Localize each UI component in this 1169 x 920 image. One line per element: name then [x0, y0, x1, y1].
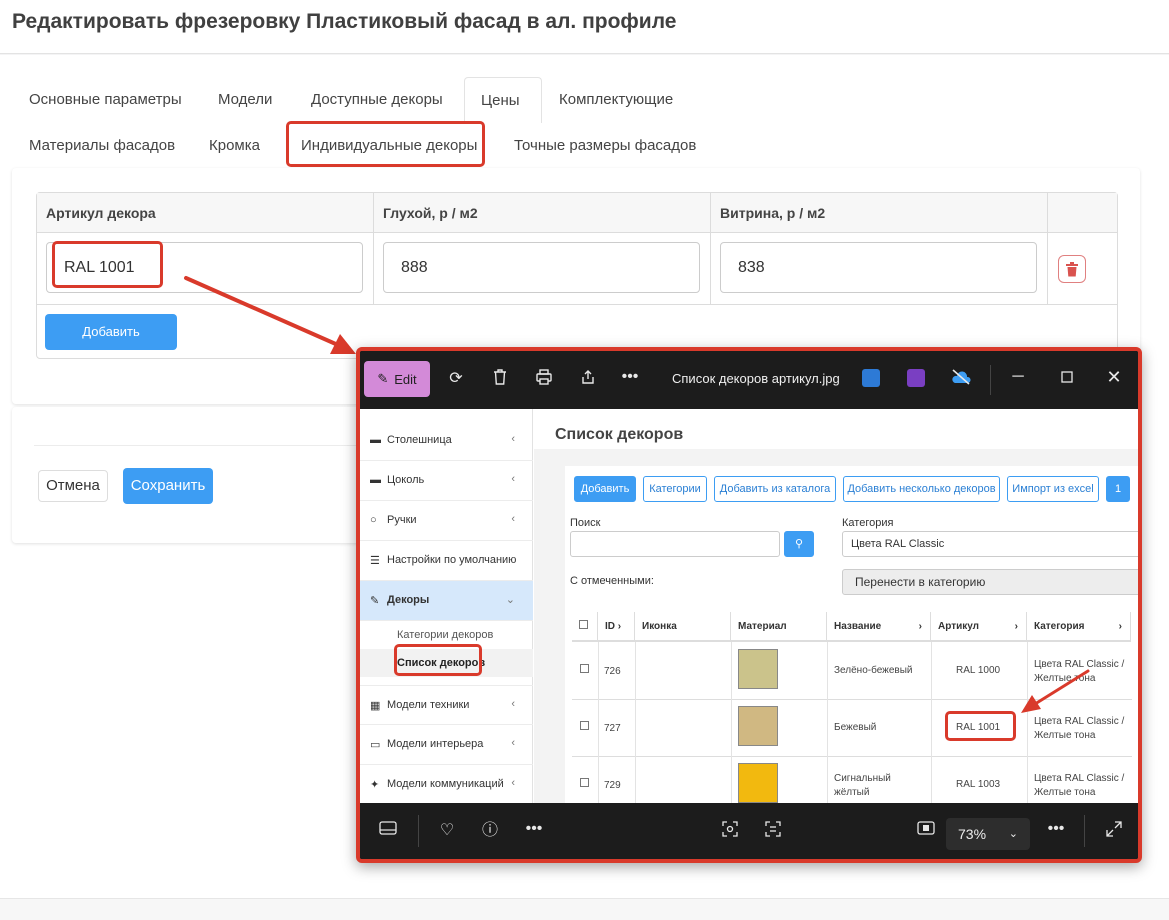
- print-icon[interactable]: [534, 369, 554, 391]
- edit-icon: ✎: [377, 371, 389, 386]
- info-icon[interactable]: ⓘ: [480, 821, 500, 841]
- fullscreen-icon[interactable]: [1104, 821, 1124, 843]
- filmstrip-icon[interactable]: [378, 821, 398, 841]
- fit-screen-icon[interactable]: [916, 821, 936, 841]
- zoom-value: 73%: [958, 826, 987, 842]
- trash-icon[interactable]: [490, 369, 510, 391]
- minimize-icon[interactable]: ─: [1010, 367, 1026, 387]
- onedrive-off-icon[interactable]: [950, 369, 972, 391]
- viewer-image: ▬ Столешница ‹ ▬ Цоколь ‹ ○ Ручки ‹ ☰ На…: [360, 409, 1138, 803]
- more-icon[interactable]: •••: [524, 819, 544, 839]
- edit-label: Edit: [394, 371, 417, 387]
- more-icon[interactable]: •••: [620, 367, 640, 387]
- more-icon[interactable]: •••: [1046, 819, 1066, 839]
- zoom-dropdown[interactable]: 73% ⌄: [946, 818, 1030, 850]
- heart-icon[interactable]: ♡: [437, 821, 457, 841]
- rotate-icon[interactable]: ⟳: [446, 369, 466, 389]
- chevron-down-icon: ⌄: [1008, 828, 1018, 840]
- share-icon[interactable]: [578, 369, 598, 391]
- clipchamp-icon[interactable]: [907, 369, 925, 387]
- viewer-bottom-bar: ♡ ⓘ ••• 73% ⌄ •••: [360, 803, 1138, 859]
- text-scan-icon[interactable]: [763, 821, 783, 843]
- file-name: Список декоров артикул.jpg: [672, 371, 840, 386]
- photos-app-icon[interactable]: [862, 369, 880, 387]
- viewer-titlebar: ✎ Edit ⟳ ••• Список декоров артикул.jpg …: [360, 351, 1138, 409]
- edit-button[interactable]: ✎ Edit: [364, 361, 430, 397]
- close-icon[interactable]: ✕: [1106, 367, 1122, 387]
- visual-search-icon[interactable]: [720, 821, 740, 843]
- maximize-icon[interactable]: [1060, 369, 1074, 389]
- photo-viewer-window: ✎ Edit ⟳ ••• Список декоров артикул.jpg …: [356, 347, 1142, 863]
- inner-arrow: [1021, 669, 1090, 713]
